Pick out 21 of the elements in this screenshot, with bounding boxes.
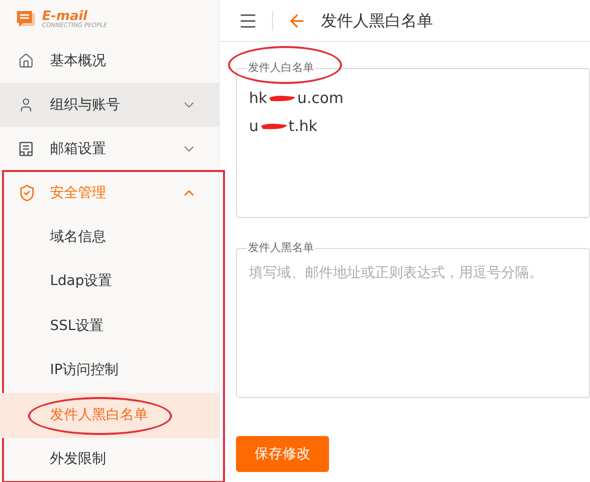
entry-text: u [249, 116, 259, 136]
field-label: 发件人黑名单 [247, 241, 315, 255]
form-icon [18, 141, 34, 157]
home-icon [18, 53, 34, 69]
entry-text: u.com [297, 88, 344, 108]
entry-text: hk [249, 88, 268, 108]
sidebar-item[interactable]: 组织与账号 [0, 83, 219, 127]
user-icon [18, 97, 34, 113]
logo-title: E-mail [42, 10, 88, 23]
submenu-item[interactable]: 外发限制 [0, 438, 219, 482]
submenu-item[interactable]: IP访问控制 [0, 348, 219, 393]
field-label: 发件人白名单 [247, 61, 315, 75]
shield-check-icon [18, 184, 36, 202]
entry-text: t.hk [288, 116, 318, 136]
submenu-item[interactable]: Ldap设置 [0, 260, 219, 304]
submenu-item[interactable]: 域名信息 [0, 215, 219, 260]
placeholder-text: 填写域、邮件地址或正则表达式，用逗号分隔。 [249, 264, 544, 283]
text-area[interactable]: 发件人黑名单 填写域、邮件地址或正则表达式，用逗号分隔。 [236, 241, 590, 398]
submenu-item[interactable]: SSL设置 [0, 304, 219, 348]
page-title: 发件人黑白名单 [321, 10, 433, 32]
text-area[interactable]: 发件人白名单 hk u.com u t.hk [236, 61, 590, 218]
